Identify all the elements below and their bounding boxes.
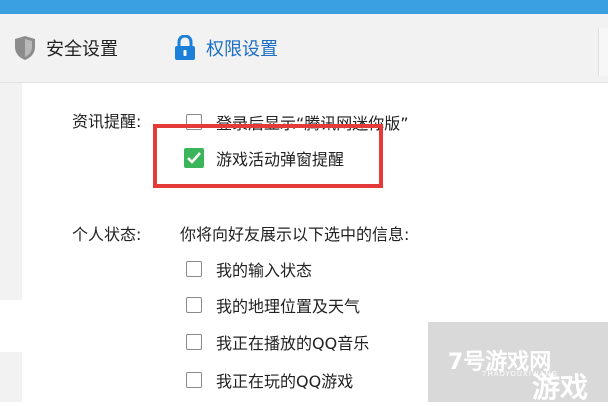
window-top-bar (0, 0, 608, 14)
option-qq-game[interactable]: 我正在玩的QQ游戏 (186, 368, 353, 392)
option-location-weather[interactable]: 我的地理位置及天气 (186, 293, 360, 317)
watermark-tagline: 游戏 (532, 371, 589, 404)
side-panel (0, 83, 22, 300)
window-edge (598, 28, 608, 76)
personal-status-intro: 你将向好友展示以下选中的信息: (180, 225, 410, 244)
checkbox[interactable] (186, 297, 202, 313)
checkbox[interactable] (186, 261, 202, 277)
option-label: 我正在播放的QQ音乐 (216, 334, 370, 353)
tab-permission-settings[interactable]: 权限设置 (174, 14, 278, 82)
option-label: 我的地理位置及天气 (216, 297, 361, 316)
tab-security-label: 安全设置 (46, 39, 118, 60)
side-panel-lower (0, 352, 22, 402)
checkbox[interactable] (186, 334, 202, 350)
option-label: 我的输入状态 (216, 261, 313, 280)
lock-icon (175, 35, 195, 60)
shield-icon (15, 36, 35, 60)
personal-status-label: 个人状态: (72, 225, 142, 244)
settings-tab-bar: 安全设置 权限设置 (0, 14, 608, 83)
option-qq-music[interactable]: 我正在播放的QQ音乐 (186, 330, 369, 354)
news-reminder-label: 资讯提醒: (72, 112, 142, 131)
watermark-logo: 7号游戏网 7HAOYOUXIWANG 游戏 (428, 322, 608, 404)
highlight-box (153, 124, 383, 188)
checkbox[interactable] (186, 372, 202, 388)
tab-security-settings[interactable]: 安全设置 (14, 14, 118, 82)
option-label: 我正在玩的QQ游戏 (216, 372, 354, 391)
option-input-status[interactable]: 我的输入状态 (186, 257, 312, 281)
tab-permission-label: 权限设置 (206, 39, 278, 60)
